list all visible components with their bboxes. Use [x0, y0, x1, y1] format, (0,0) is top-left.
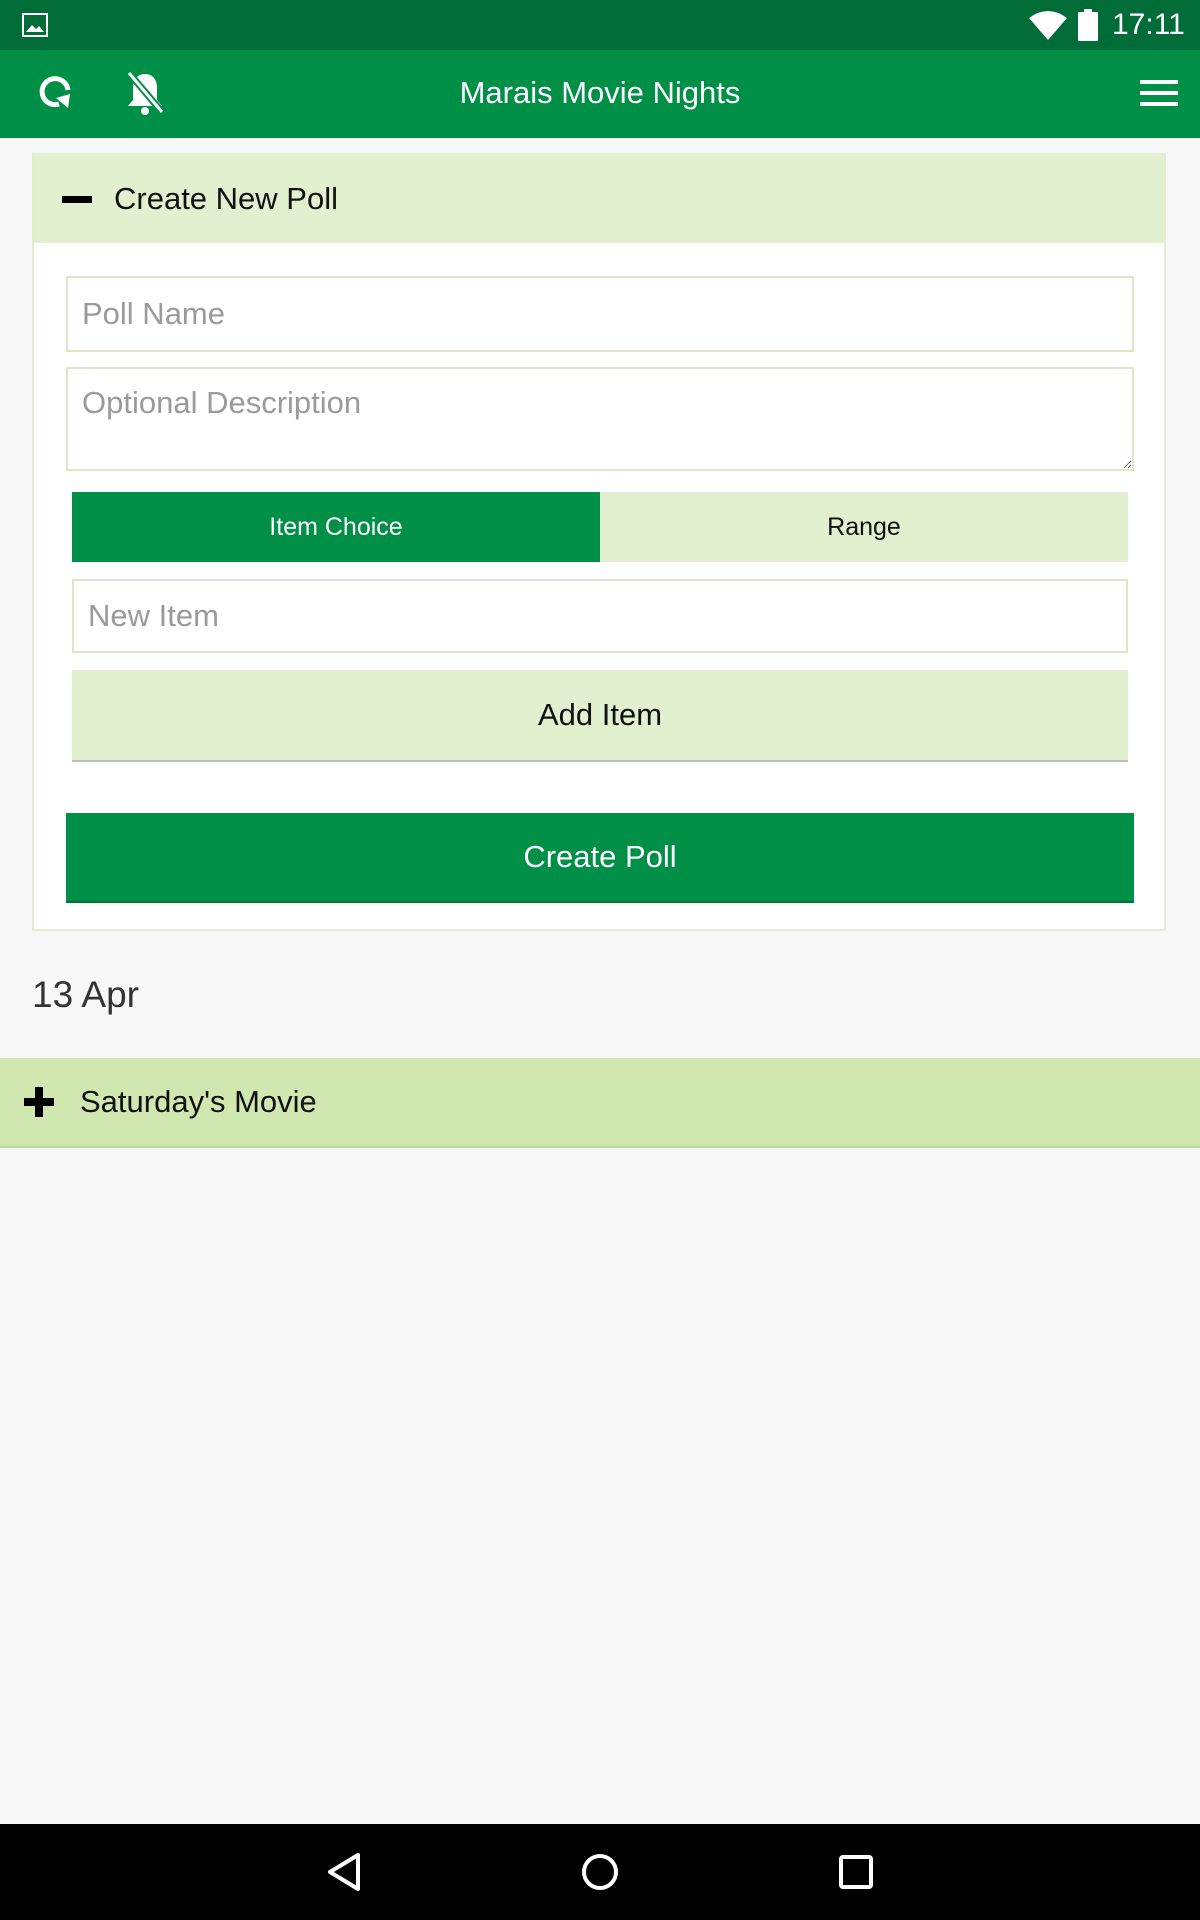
- create-poll-button[interactable]: Create Poll: [66, 813, 1134, 903]
- poll-date-label: 13 Apr: [32, 974, 139, 1015]
- image-notification-icon: [22, 13, 48, 37]
- create-poll-header[interactable]: Create New Poll: [34, 155, 1164, 243]
- description-input[interactable]: [66, 367, 1134, 471]
- home-icon[interactable]: [580, 1852, 620, 1892]
- recents-icon[interactable]: [838, 1852, 874, 1892]
- menu-icon[interactable]: [1140, 78, 1178, 108]
- expand-icon[interactable]: [24, 1087, 54, 1117]
- create-poll-title: Create New Poll: [114, 181, 338, 216]
- tab-item-choice[interactable]: Item Choice: [72, 492, 600, 562]
- status-time: 17:11: [1112, 8, 1185, 41]
- poll-name-input[interactable]: [66, 276, 1134, 352]
- add-item-button[interactable]: Add Item: [72, 670, 1128, 762]
- navigation-bar: [0, 1824, 1200, 1920]
- new-item-input[interactable]: [72, 579, 1128, 653]
- battery-icon: [1078, 9, 1098, 41]
- status-bar: 17:11: [0, 0, 1200, 50]
- app-bar: Marais Movie Nights: [0, 50, 1200, 138]
- collapse-icon[interactable]: [62, 196, 92, 203]
- back-icon[interactable]: [326, 1852, 362, 1892]
- tab-range[interactable]: Range: [600, 492, 1128, 562]
- poll-list-item[interactable]: Saturday's Movie: [0, 1058, 1200, 1148]
- wifi-icon: [1029, 11, 1067, 40]
- poll-title: Saturday's Movie: [80, 1084, 317, 1119]
- app-title: Marais Movie Nights: [459, 75, 741, 110]
- create-poll-panel: Create New Poll Item Choice Range Add It…: [32, 153, 1166, 931]
